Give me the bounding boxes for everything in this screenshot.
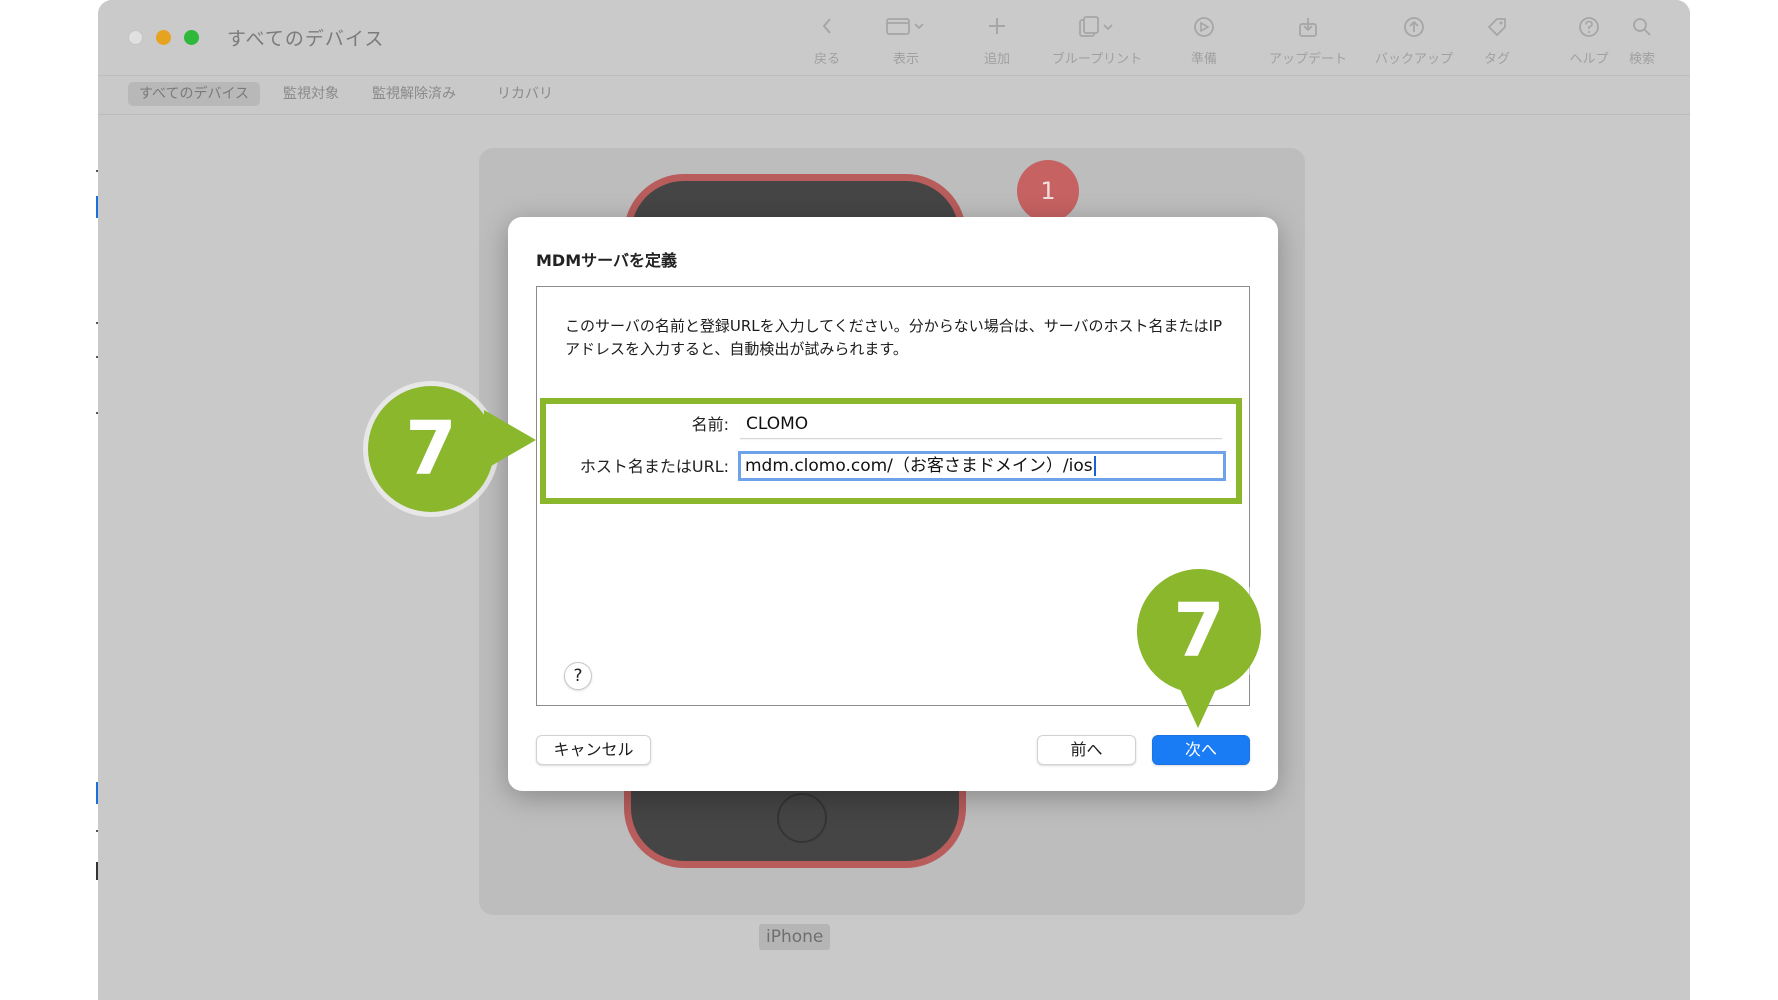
- screenshot: すべてのデバイス 戻る 表示 追加 ブループリント 準備 アップデート バックア…: [0, 0, 1778, 1000]
- toolbar-add-label: 追加: [983, 52, 1010, 67]
- device-name-label: iPhone: [759, 924, 831, 950]
- toolbar-add-button[interactable]: 追加: [957, 16, 1037, 67]
- help-button[interactable]: ?: [564, 662, 592, 690]
- toolbar-back-button[interactable]: 戻る: [787, 16, 867, 67]
- toolbar-prepare-button[interactable]: 準備: [1164, 16, 1244, 67]
- device-filter-tabs: すべてのデバイス 監視対象 監視解除済み リカバリ: [98, 77, 1690, 115]
- chevron-left-icon: [787, 16, 867, 42]
- dialog-title: MDMサーバを定義: [536, 251, 677, 270]
- title-bar: すべてのデバイス 戻る 表示 追加 ブループリント 準備 アップデート バックア…: [98, 0, 1690, 76]
- tab-supervised[interactable]: 監視対象: [272, 82, 350, 106]
- plus-icon: [957, 16, 1037, 42]
- dialog-description: このサーバの名前と登録URLを入力してください。分からない場合は、サーバのホスト…: [565, 317, 1223, 358]
- back-button[interactable]: 前へ: [1037, 735, 1136, 765]
- toolbar-blueprint-label: ブループリント: [1051, 52, 1143, 67]
- minimize-window-button[interactable]: [156, 30, 171, 45]
- toolbar-blueprint-button[interactable]: ブループリント: [1047, 16, 1147, 67]
- window-title: すべてのデバイス: [227, 28, 385, 50]
- device-count-badge: 1: [1017, 160, 1079, 222]
- tab-recovery[interactable]: リカバリ: [486, 82, 564, 106]
- step-callout-left: 7: [368, 386, 494, 512]
- tab-all-devices[interactable]: すべてのデバイス: [128, 82, 261, 106]
- window-view-icon: [866, 16, 946, 42]
- toolbar-tag-label: タグ: [1483, 52, 1510, 67]
- toolbar-prepare-label: 準備: [1190, 52, 1217, 67]
- blueprint-icon: [1047, 16, 1147, 42]
- form-highlight-frame: [540, 398, 1242, 504]
- toolbar-search-button[interactable]: 検索: [1612, 16, 1672, 67]
- callout-pointer-down: [1174, 676, 1222, 728]
- prepare-icon: [1164, 16, 1244, 42]
- toolbar-update-button[interactable]: アップデート: [1258, 16, 1358, 67]
- close-window-button[interactable]: [128, 30, 143, 45]
- toolbar-backup-button[interactable]: バックアップ: [1364, 16, 1464, 67]
- define-mdm-server-dialog: MDMサーバを定義 このサーバの名前と登録URLを入力してください。分からない場…: [508, 217, 1278, 791]
- toolbar-tag-button[interactable]: タグ: [1457, 16, 1537, 67]
- toolbar-view-label: 表示: [892, 52, 919, 67]
- toolbar-search-label: 検索: [1628, 52, 1655, 67]
- step-callout-right: 7: [1137, 569, 1261, 693]
- tab-unsupervised[interactable]: 監視解除済み: [361, 82, 467, 106]
- home-button: [777, 793, 827, 843]
- toolbar-view-button[interactable]: 表示: [866, 16, 946, 67]
- toolbar-backup-label: バックアップ: [1374, 52, 1453, 67]
- cancel-button[interactable]: キャンセル: [536, 735, 651, 765]
- tag-icon: [1457, 16, 1537, 42]
- download-tray-icon: [1258, 16, 1358, 42]
- next-button[interactable]: 次へ: [1152, 735, 1250, 765]
- magnifier-icon: [1612, 16, 1672, 42]
- zoom-window-button[interactable]: [184, 30, 199, 45]
- toolbar-back-label: 戻る: [813, 52, 840, 67]
- toolbar-update-label: アップデート: [1268, 52, 1347, 67]
- callout-pointer-right: [484, 410, 536, 470]
- upload-circle-icon: [1364, 16, 1464, 42]
